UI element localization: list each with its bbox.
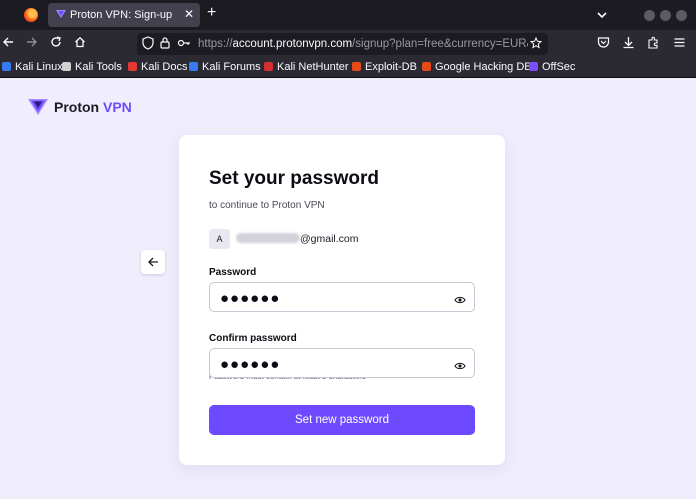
eye-icon[interactable] [454, 358, 466, 376]
tab-title: Proton VPN: Sign-up [70, 9, 173, 21]
exploit-db-bookmark-icon [352, 62, 361, 71]
url-bar[interactable]: https://account.protonvpn.com/signup?pla… [137, 33, 548, 55]
bookmark-label: Kali Tools [75, 61, 122, 73]
bookmark-kali-tools[interactable]: Kali Tools [62, 61, 122, 73]
back-button[interactable] [141, 250, 165, 274]
kali-tools-bookmark-icon [62, 62, 71, 71]
brand-name-secondary: VPN [103, 99, 132, 115]
brand-name: Proton VPN [54, 99, 132, 115]
eye-icon[interactable] [454, 292, 466, 310]
page-subtitle: to continue to Proton VPN [209, 200, 325, 211]
new-tab-icon[interactable]: + [207, 4, 216, 22]
tab-proton-vpn[interactable]: Proton VPN: Sign-up ✕ [48, 3, 200, 27]
url-path: /signup?plan=free&currency=EUR&ref= [352, 38, 528, 50]
reload-icon[interactable] [50, 36, 62, 52]
back-icon[interactable] [2, 36, 14, 52]
shield-icon[interactable] [142, 36, 154, 55]
page-content: Proton VPN Set your password to continue… [0, 79, 696, 499]
bookmark-label: Kali Linux [15, 61, 63, 73]
signup-card: Set your password to continue to Proton … [179, 135, 505, 465]
avatar: A [209, 229, 230, 249]
url-text[interactable]: https://account.protonvpn.com/signup?pla… [198, 38, 528, 50]
password-label: Password [209, 267, 257, 278]
brand-name-primary: Proton [54, 99, 100, 115]
bookmark-label: Google Hacking DB [435, 61, 532, 73]
bookmark-kali-forums[interactable]: Kali Forums [189, 61, 261, 73]
kali-linux-bookmark-icon [2, 62, 11, 71]
confirm-password-field[interactable]: ●●●●●● [209, 348, 475, 378]
bookmark-kali-linux[interactable]: Kali Linux [2, 61, 63, 73]
close-tab-icon[interactable]: ✕ [184, 7, 194, 21]
list-all-tabs-icon[interactable] [596, 8, 608, 26]
downloads-icon[interactable] [622, 36, 635, 53]
bookmark-exploit-db[interactable]: Exploit-DB [352, 61, 417, 73]
redacted-email-username [236, 233, 300, 243]
url-host: account.protonvpn.com [232, 38, 353, 50]
account-email: @gmail.com [236, 233, 359, 245]
bookmarks-toolbar: Kali Linux Kali Tools Kali Docs Kali For… [0, 58, 696, 78]
maximize-window-icon[interactable] [660, 10, 671, 21]
kali-docs-bookmark-icon [128, 62, 137, 71]
bookmark-kali-docs[interactable]: Kali Docs [128, 61, 187, 73]
extensions-icon[interactable] [647, 36, 660, 53]
bookmark-kali-nethunter[interactable]: Kali NetHunter [264, 61, 349, 73]
bookmark-google-hacking-db[interactable]: Google Hacking DB [422, 61, 532, 73]
bookmark-label: Kali NetHunter [277, 61, 349, 73]
pocket-icon[interactable] [597, 36, 610, 53]
confirm-password-masked-value: ●●●●●● [220, 356, 281, 373]
url-scheme: https:// [198, 38, 233, 50]
close-window-icon[interactable] [676, 10, 687, 21]
navigation-toolbar: https://account.protonvpn.com/signup?pla… [0, 30, 696, 58]
proton-vpn-favicon-icon [56, 9, 66, 22]
set-new-password-button[interactable]: Set new password [209, 405, 475, 435]
page-title: Set your password [209, 168, 379, 189]
bookmark-offsec[interactable]: OffSec [529, 61, 575, 73]
bookmark-label: OffSec [542, 61, 576, 73]
password-field[interactable]: ●●●●●● [209, 282, 475, 312]
key-icon[interactable] [177, 36, 191, 55]
star-icon[interactable] [529, 36, 543, 55]
minimize-window-icon[interactable] [644, 10, 655, 21]
firefox-icon[interactable] [24, 8, 38, 22]
offsec-bookmark-icon [529, 62, 538, 71]
password-masked-value: ●●●●●● [220, 290, 281, 307]
email-domain: @gmail.com [300, 233, 359, 245]
home-icon[interactable] [74, 36, 86, 52]
kali-nethunter-bookmark-icon [264, 62, 273, 71]
tab-bar: Proton VPN: Sign-up ✕ + [0, 0, 696, 30]
kali-forums-bookmark-icon [189, 62, 198, 71]
menu-icon[interactable] [673, 36, 686, 53]
confirm-password-label: Confirm password [209, 333, 297, 344]
lock-icon[interactable] [160, 36, 170, 55]
bookmark-label: Kali Docs [141, 61, 188, 73]
bookmark-label: Exploit-DB [365, 61, 417, 73]
bookmark-label: Kali Forums [202, 61, 261, 73]
google-hacking-db-bookmark-icon [422, 62, 431, 71]
forward-icon[interactable] [26, 36, 38, 52]
